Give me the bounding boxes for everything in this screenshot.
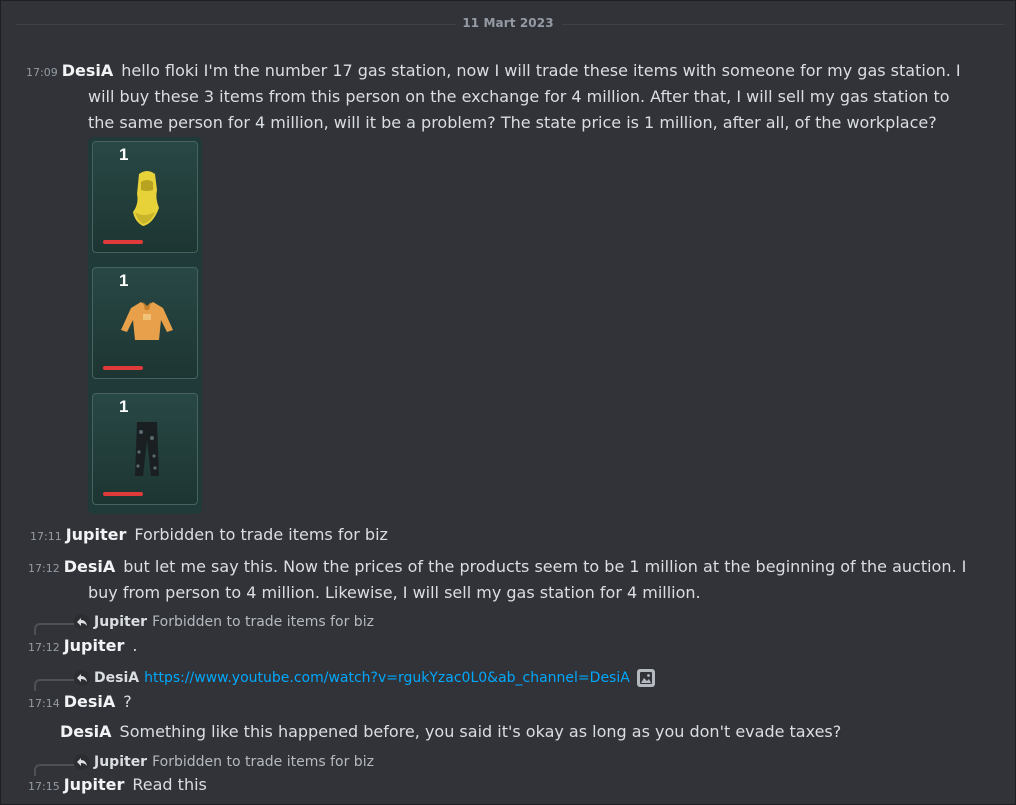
message-text-line: but let me say this. Now the prices of t…: [123, 557, 967, 576]
message-author[interactable]: Jupiter: [64, 636, 125, 655]
inventory-slot: 1: [92, 267, 198, 379]
item-durability-bar: [103, 240, 143, 244]
item-durability-bar: [103, 366, 143, 370]
message-header: 17:15 Jupiter Read this: [28, 772, 207, 798]
message-text-line: buy from person to 4 million. Likewise, …: [88, 583, 701, 602]
reply-preview[interactable]: Jupiter Forbidden to trade items for biz: [74, 614, 374, 630]
message-header: 17:12 DesiA but let me say this. Now the…: [28, 554, 966, 580]
reply-text[interactable]: Forbidden to trade items for biz: [152, 754, 374, 770]
message-timestamp[interactable]: 17:09: [26, 66, 58, 79]
date-divider-label: 11 Mart 2023: [456, 16, 560, 30]
message-text-line: ?: [123, 692, 132, 711]
inventory-slot: 1: [92, 141, 198, 253]
yellow-balaclava-icon: [133, 171, 159, 226]
reply-arrow-icon: [74, 614, 90, 630]
message-text-line: will buy these 3 items from this person …: [88, 87, 950, 106]
reply-arrow-icon: [74, 670, 90, 686]
dark-camo-pants-icon: [135, 422, 159, 476]
message-author[interactable]: DesiA: [60, 722, 112, 741]
item-count: 1: [119, 397, 129, 416]
orange-jacket-icon: [121, 302, 173, 340]
item-durability-bar: [103, 492, 143, 496]
message-text-line: .: [132, 636, 138, 655]
item-count: 1: [119, 145, 129, 164]
reply-link[interactable]: https://www.youtube.com/watch?v=rgukYzac…: [144, 670, 630, 686]
reply-text[interactable]: Forbidden to trade items for biz: [152, 614, 374, 630]
reply-author[interactable]: DesiA: [94, 670, 139, 686]
image-icon: [636, 669, 655, 687]
inventory-slot: 1: [92, 393, 198, 505]
date-divider: 11 Mart 2023: [0, 16, 1016, 30]
message-text-line: the same person for 4 million, will it b…: [88, 113, 937, 132]
message-author[interactable]: DesiA: [64, 692, 116, 711]
message-timestamp[interactable]: 17:12: [28, 641, 60, 654]
message-author[interactable]: Jupiter: [64, 775, 125, 794]
message-timestamp[interactable]: 17:11: [30, 530, 62, 543]
message-header: 17:11 Jupiter Forbidden to trade items f…: [30, 522, 388, 548]
message-timestamp[interactable]: 17:14: [28, 697, 60, 710]
message-text-line: hello floki I'm the number 17 gas statio…: [121, 61, 961, 80]
message-author[interactable]: DesiA: [62, 61, 114, 80]
message-text-line: Something like this happened before, you…: [119, 722, 842, 741]
reply-arrow-icon: [74, 754, 90, 770]
message-text-line: Forbidden to trade items for biz: [134, 525, 388, 544]
message-timestamp[interactable]: 17:15: [28, 780, 60, 793]
message-header: 17:12 Jupiter .: [28, 633, 137, 659]
message-timestamp[interactable]: 17:12: [28, 562, 60, 575]
item-count: 1: [119, 271, 129, 290]
message-author[interactable]: Jupiter: [66, 525, 127, 544]
reply-author[interactable]: Jupiter: [94, 614, 147, 630]
inventory-screenshot-attachment[interactable]: 1 1 1: [88, 137, 202, 514]
message-author[interactable]: DesiA: [64, 557, 116, 576]
reply-preview[interactable]: Jupiter Forbidden to trade items for biz: [74, 754, 374, 770]
reply-author[interactable]: Jupiter: [94, 754, 147, 770]
message-header: DesiA Something like this happened befor…: [60, 719, 841, 745]
reply-preview[interactable]: DesiA https://www.youtube.com/watch?v=rg…: [74, 669, 655, 687]
message-header: 17:14 DesiA ?: [28, 689, 132, 715]
message-header: 17:09 DesiA hello floki I'm the number 1…: [26, 58, 961, 84]
message-text-line: Read this: [132, 775, 207, 794]
